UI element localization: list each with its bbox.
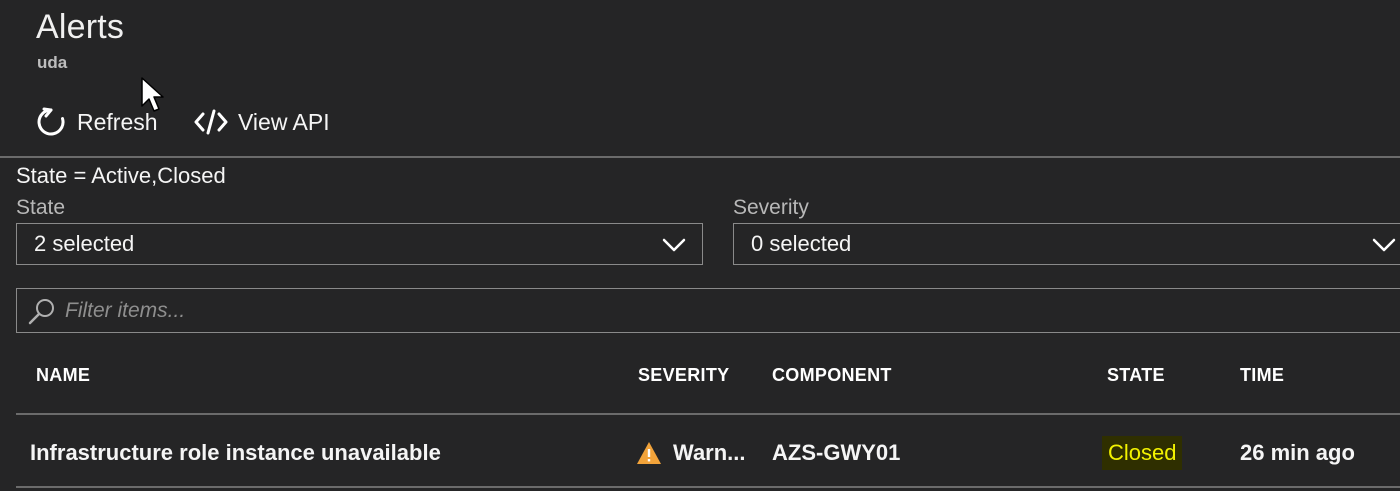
filter-items-input[interactable] bbox=[63, 297, 667, 324]
column-header-severity[interactable]: SEVERITY bbox=[638, 365, 729, 386]
severity-dropdown[interactable]: 0 selected bbox=[733, 223, 1400, 265]
refresh-label: Refresh bbox=[77, 108, 158, 135]
refresh-button[interactable]: Refresh bbox=[35, 104, 158, 140]
column-header-state[interactable]: STATE bbox=[1107, 365, 1165, 386]
code-icon bbox=[194, 108, 228, 136]
toolbar-divider bbox=[0, 156, 1400, 158]
table-row[interactable]: Infrastructure role instance unavailable… bbox=[16, 415, 1400, 486]
alert-name: Infrastructure role instance unavailable bbox=[30, 440, 441, 465]
page-subtitle: uda bbox=[37, 53, 68, 72]
view-api-label: View API bbox=[238, 108, 330, 135]
page-title: Alerts bbox=[36, 8, 125, 46]
column-header-component[interactable]: COMPONENT bbox=[772, 365, 892, 386]
state-dropdown[interactable]: 2 selected bbox=[16, 223, 703, 265]
alerts-page: Alerts uda Refresh View API State = Acti… bbox=[0, 0, 1400, 491]
filter-summary: State = Active,Closed bbox=[16, 163, 226, 188]
view-api-button[interactable]: View API bbox=[194, 104, 330, 140]
alert-severity-label: Warn... bbox=[673, 440, 746, 465]
refresh-icon bbox=[35, 106, 67, 138]
filter-search-box[interactable] bbox=[16, 288, 1400, 333]
table-row-divider bbox=[16, 486, 1400, 488]
state-filter-label: State bbox=[16, 196, 66, 219]
severity-filter-label: Severity bbox=[733, 196, 809, 219]
warning-icon bbox=[637, 442, 661, 464]
alert-time: 26 min ago bbox=[1240, 440, 1355, 465]
status-badge: Closed bbox=[1102, 436, 1183, 470]
column-header-time[interactable]: TIME bbox=[1240, 365, 1284, 386]
chevron-down-icon bbox=[662, 238, 686, 252]
severity-dropdown-value: 0 selected bbox=[751, 231, 852, 256]
state-dropdown-value: 2 selected bbox=[34, 231, 135, 256]
chevron-down-icon bbox=[1372, 238, 1396, 252]
alert-component: AZS-GWY01 bbox=[772, 440, 901, 465]
search-icon bbox=[28, 298, 54, 324]
column-header-name[interactable]: NAME bbox=[36, 365, 90, 386]
alert-severity: Warn... bbox=[636, 440, 746, 466]
